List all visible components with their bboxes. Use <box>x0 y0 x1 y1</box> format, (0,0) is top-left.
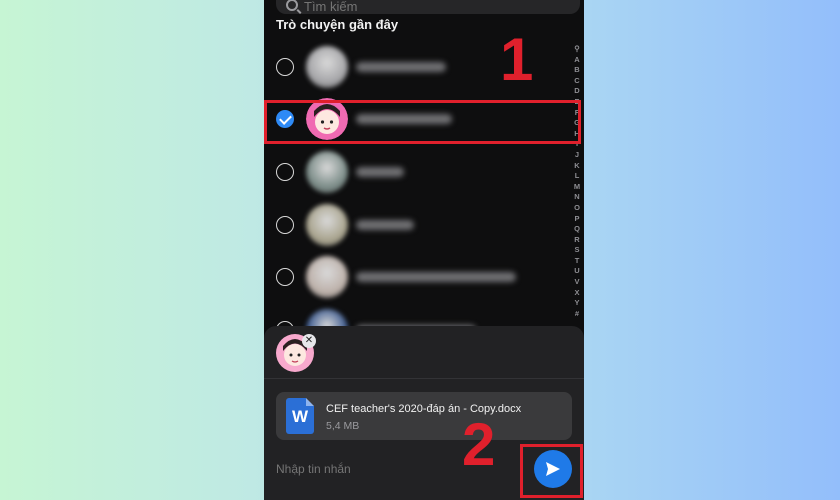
index-letter[interactable]: J <box>575 150 579 161</box>
index-letter[interactable]: D <box>574 86 579 97</box>
highlight-box-contact <box>264 100 581 144</box>
file-size: 5,4 MB <box>326 420 360 432</box>
index-letter[interactable]: O <box>574 203 580 214</box>
index-letter[interactable]: M <box>574 182 580 193</box>
remove-recipient-icon[interactable]: ✕ <box>302 334 316 348</box>
highlight-box-send <box>520 444 583 498</box>
index-letter[interactable]: A <box>574 55 579 66</box>
divider <box>264 378 584 379</box>
search-index-icon[interactable]: ⚲ <box>574 44 580 55</box>
contact-row[interactable] <box>264 199 576 251</box>
index-letter[interactable]: T <box>575 256 580 267</box>
contact-name-blurred <box>356 62 446 72</box>
radio-icon[interactable] <box>276 216 294 234</box>
selected-recipient-chip: ✕ <box>276 334 316 372</box>
contact-avatar <box>306 256 348 298</box>
index-letter[interactable]: Q <box>574 224 580 235</box>
contact-row[interactable] <box>264 251 576 303</box>
index-letter[interactable]: L <box>575 171 580 182</box>
index-letter[interactable]: S <box>574 245 579 256</box>
contact-name-blurred <box>356 220 414 230</box>
radio-icon[interactable] <box>276 163 294 181</box>
index-letter[interactable]: B <box>574 65 579 76</box>
index-letter[interactable]: R <box>574 235 579 246</box>
index-letter[interactable]: Y <box>574 298 579 309</box>
index-letter[interactable]: P <box>574 214 579 225</box>
radio-icon[interactable] <box>276 58 294 76</box>
index-letter[interactable]: X <box>574 288 579 299</box>
message-input[interactable] <box>276 462 476 476</box>
contact-avatar <box>306 46 348 88</box>
index-letter[interactable]: V <box>574 277 579 288</box>
search-bar[interactable] <box>276 0 580 14</box>
search-input[interactable] <box>304 0 504 14</box>
contact-name-blurred <box>356 272 516 282</box>
index-letter[interactable]: N <box>574 192 579 203</box>
alphabet-index[interactable]: ⚲ A B C D E F G H I J K L M N O P Q R S T U V X Y # <box>572 44 582 319</box>
contact-row[interactable] <box>264 146 576 198</box>
radio-icon[interactable] <box>276 268 294 286</box>
share-sheet-screen: Trò chuyện gần đây ⚲ ABCDEFGHIJKLMNOPQRS… <box>264 0 584 500</box>
index-letter[interactable]: # <box>575 309 579 320</box>
index-letter[interactable]: C <box>574 76 579 87</box>
search-icon <box>286 0 298 11</box>
index-letter[interactable]: K <box>574 161 579 172</box>
contact-avatar <box>306 204 348 246</box>
contact-name-blurred <box>356 167 404 177</box>
step-label-1: 1 <box>500 26 534 93</box>
section-title: Trò chuyện gần đây <box>276 17 399 32</box>
file-attachment[interactable]: W CEF teacher's 2020-đáp án - Copy.docx … <box>276 392 572 440</box>
step-label-2: 2 <box>462 411 496 478</box>
word-doc-icon: W <box>286 398 314 434</box>
contact-avatar <box>306 151 348 193</box>
index-letter[interactable]: U <box>574 266 579 277</box>
